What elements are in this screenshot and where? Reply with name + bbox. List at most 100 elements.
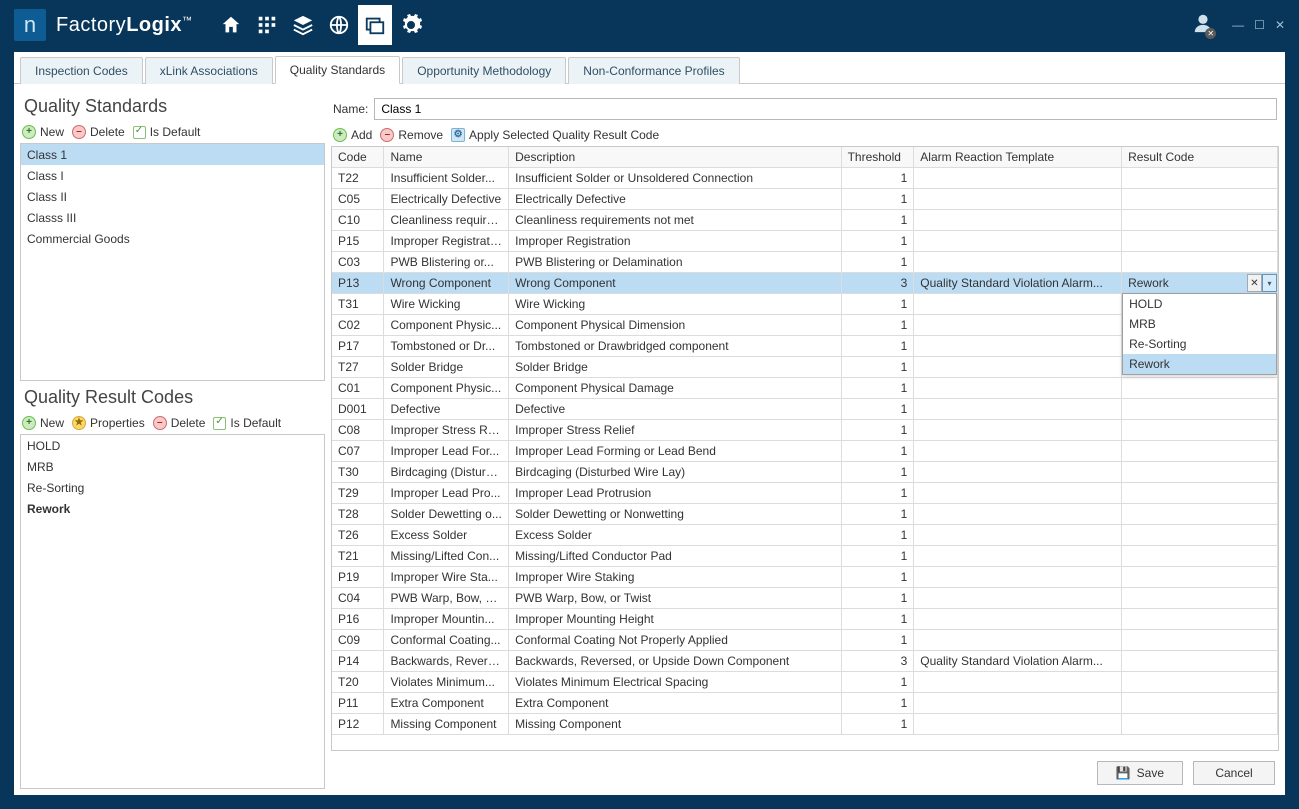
column-header[interactable]: Alarm Reaction Template <box>914 147 1122 168</box>
cell[interactable]: P14 <box>332 651 384 672</box>
cell[interactable]: P16 <box>332 609 384 630</box>
cell[interactable] <box>914 672 1122 693</box>
cell[interactable]: Defective <box>509 399 841 420</box>
cell[interactable] <box>914 609 1122 630</box>
cell[interactable] <box>1122 399 1278 420</box>
save-button[interactable]: 💾Save <box>1097 761 1183 785</box>
table-row[interactable]: T22Insufficient Solder...Insufficient So… <box>332 168 1278 189</box>
cell[interactable]: D001 <box>332 399 384 420</box>
cell[interactable]: Extra Component <box>509 693 841 714</box>
cell[interactable] <box>914 420 1122 441</box>
cell[interactable]: Electrically Defective <box>509 189 841 210</box>
cancel-button[interactable]: Cancel <box>1193 761 1275 785</box>
cell[interactable]: Insufficient Solder... <box>384 168 509 189</box>
table-row[interactable]: P16Improper Mountin...Improper Mounting … <box>332 609 1278 630</box>
list-item[interactable]: MRB <box>21 456 324 477</box>
qrc-default-button[interactable]: Is Default <box>213 416 281 430</box>
cell[interactable]: Excess Solder <box>384 525 509 546</box>
table-row[interactable]: P13Wrong ComponentWrong Component3Qualit… <box>332 273 1278 294</box>
cell[interactable]: Defective <box>384 399 509 420</box>
tab-non-conformance-profiles[interactable]: Non-Conformance Profiles <box>568 57 739 84</box>
cell[interactable]: Cleanliness requirements not met <box>509 210 841 231</box>
cell[interactable]: Solder Bridge <box>384 357 509 378</box>
window-icon[interactable] <box>358 5 392 45</box>
cell[interactable]: T28 <box>332 504 384 525</box>
table-row[interactable]: C09Conformal Coating...Conformal Coating… <box>332 630 1278 651</box>
list-item[interactable]: Class II <box>21 186 324 207</box>
name-input[interactable] <box>374 98 1277 120</box>
cell[interactable] <box>914 252 1122 273</box>
list-item[interactable]: Rework <box>21 498 324 519</box>
cell[interactable]: Cleanliness require... <box>384 210 509 231</box>
cell[interactable]: Birdcaging (Disturbed Wire Lay) <box>509 462 841 483</box>
cell[interactable]: T20 <box>332 672 384 693</box>
cell[interactable]: 1 <box>841 483 914 504</box>
cell[interactable]: Solder Bridge <box>509 357 841 378</box>
cell[interactable] <box>914 378 1122 399</box>
user-icon[interactable]: ✕ <box>1192 12 1214 39</box>
table-row[interactable]: P15Improper Registrati...Improper Regist… <box>332 231 1278 252</box>
layers-icon[interactable] <box>286 5 320 45</box>
cell[interactable]: C05 <box>332 189 384 210</box>
apply-button[interactable]: ⚙Apply Selected Quality Result Code <box>451 128 659 142</box>
cell[interactable]: C04 <box>332 588 384 609</box>
cell[interactable] <box>1122 651 1278 672</box>
cell[interactable] <box>914 714 1122 735</box>
cell[interactable] <box>914 231 1122 252</box>
cell[interactable]: Excess Solder <box>509 525 841 546</box>
cell[interactable] <box>1122 420 1278 441</box>
qs-delete-button[interactable]: –Delete <box>72 125 125 139</box>
cell[interactable] <box>914 168 1122 189</box>
cell[interactable] <box>1122 189 1278 210</box>
maximize-button[interactable]: ☐ <box>1254 18 1265 32</box>
cell[interactable]: 1 <box>841 714 914 735</box>
cell[interactable]: P11 <box>332 693 384 714</box>
cell[interactable]: Electrically Defective <box>384 189 509 210</box>
cell[interactable]: Improper Mountin... <box>384 609 509 630</box>
cell[interactable] <box>1122 525 1278 546</box>
table-row[interactable]: P12Missing ComponentMissing Component1 <box>332 714 1278 735</box>
cell[interactable] <box>914 399 1122 420</box>
table-row[interactable]: C04PWB Warp, Bow, or...PWB Warp, Bow, or… <box>332 588 1278 609</box>
cell[interactable] <box>1122 567 1278 588</box>
cell[interactable]: 1 <box>841 252 914 273</box>
qrc-list[interactable]: HOLDMRBRe-SortingRework <box>20 434 325 789</box>
cell[interactable]: Violates Minimum Electrical Spacing <box>509 672 841 693</box>
cell[interactable]: P12 <box>332 714 384 735</box>
cell[interactable]: 3 <box>841 273 914 294</box>
cell[interactable]: Improper Registrati... <box>384 231 509 252</box>
cell[interactable]: PWB Blistering or... <box>384 252 509 273</box>
table-row[interactable]: T30Birdcaging (Disturb...Birdcaging (Dis… <box>332 462 1278 483</box>
tab-opportunity-methodology[interactable]: Opportunity Methodology <box>402 57 566 84</box>
cell[interactable]: T29 <box>332 483 384 504</box>
cell[interactable]: 1 <box>841 336 914 357</box>
cell[interactable] <box>914 357 1122 378</box>
table-row[interactable]: P14Backwards, Reverse...Backwards, Rever… <box>332 651 1278 672</box>
cell[interactable] <box>1122 462 1278 483</box>
cell[interactable]: C03 <box>332 252 384 273</box>
cell[interactable]: Violates Minimum... <box>384 672 509 693</box>
qrc-new-button[interactable]: +New <box>22 416 64 430</box>
qs-list[interactable]: Class 1Class IClass IIClasss IIICommerci… <box>20 143 325 381</box>
close-button[interactable]: ✕ <box>1275 18 1285 32</box>
cell[interactable]: 1 <box>841 462 914 483</box>
cell[interactable]: Improper Wire Sta... <box>384 567 509 588</box>
cell[interactable]: Improper Registration <box>509 231 841 252</box>
cell[interactable] <box>1122 714 1278 735</box>
cell[interactable]: C09 <box>332 630 384 651</box>
cell[interactable]: 1 <box>841 609 914 630</box>
cell[interactable]: T30 <box>332 462 384 483</box>
cell[interactable]: Improper Lead Pro... <box>384 483 509 504</box>
cell[interactable]: PWB Warp, Bow, or... <box>384 588 509 609</box>
cell[interactable]: Wire Wicking <box>509 294 841 315</box>
result-code-input[interactable]: Rework✕▾ <box>1122 273 1277 293</box>
cell[interactable]: 1 <box>841 189 914 210</box>
cell[interactable]: C01 <box>332 378 384 399</box>
cell[interactable] <box>1122 483 1278 504</box>
cell[interactable]: Insufficient Solder or Unsoldered Connec… <box>509 168 841 189</box>
cell[interactable]: C02 <box>332 315 384 336</box>
table-row[interactable]: D001DefectiveDefective1 <box>332 399 1278 420</box>
cell[interactable]: Rework✕▾HOLDMRBRe-SortingRework <box>1122 273 1278 294</box>
cell[interactable]: 1 <box>841 504 914 525</box>
qs-new-button[interactable]: +New <box>22 125 64 139</box>
